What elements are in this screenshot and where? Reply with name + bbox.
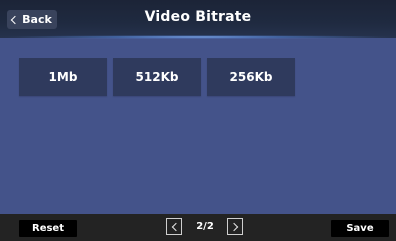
bitrate-option-label: 256Kb <box>229 70 273 84</box>
reset-button-label: Reset <box>32 223 64 234</box>
header-divider <box>0 35 396 39</box>
save-button[interactable]: Save <box>331 220 389 237</box>
chevron-right-icon <box>229 222 239 232</box>
chevron-left-icon <box>171 222 181 232</box>
page-indicator: 2/2 <box>196 221 214 232</box>
bitrate-option-1mb[interactable]: 1Mb <box>19 58 107 96</box>
bitrate-option-label: 1Mb <box>48 70 78 84</box>
page-title: Video Bitrate <box>144 9 252 25</box>
video-bitrate-screen: Back Video Bitrate 1Mb 512Kb 256Kb Reset… <box>0 0 396 241</box>
save-button-label: Save <box>346 223 374 234</box>
bitrate-option-label: 512Kb <box>135 70 179 84</box>
next-page-button[interactable] <box>227 218 243 235</box>
bitrate-option-256kb[interactable]: 256Kb <box>207 58 295 96</box>
previous-page-button[interactable] <box>166 218 182 235</box>
header-bar: Back Video Bitrate <box>0 0 396 39</box>
footer-bar: Reset 2/2 Save <box>0 214 396 241</box>
bitrate-option-512kb[interactable]: 512Kb <box>113 58 201 96</box>
reset-button[interactable]: Reset <box>19 220 77 237</box>
